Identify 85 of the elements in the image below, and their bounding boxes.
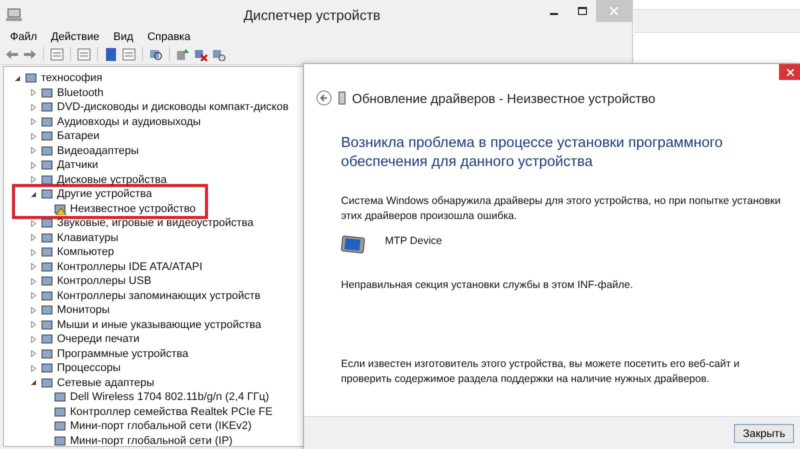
error-text: Неправильная секция установки службы в этом INF-файле. [341, 278, 634, 293]
window-title: Диспетчер устройств [242, 7, 382, 23]
maximize-icon [578, 7, 586, 15]
device-icon [41, 362, 54, 374]
tree-item[interactable]: Мыши и иные указывающие устройства [57, 318, 262, 331]
tree-item[interactable]: Очереди печати [57, 333, 140, 346]
tree-item[interactable]: Видеоадаптеры [57, 144, 139, 157]
device-icon [41, 86, 54, 99]
tree-item[interactable]: Bluetooth [57, 86, 104, 99]
device-icon [54, 434, 67, 446]
tree-item[interactable]: Аудиовходы и аудиовыходы [57, 116, 201, 128]
tree-item[interactable]: Программные устройства [57, 348, 188, 360]
tree-item[interactable]: Контроллер семейства Realtek PCIe FE [70, 406, 273, 418]
menu-item[interactable]: Действие [45, 31, 106, 43]
device-icon [41, 159, 54, 172]
device-icon [338, 91, 346, 105]
device-icon [41, 318, 54, 331]
close-icon [610, 7, 618, 15]
tree-item[interactable]: Батареи [57, 130, 100, 142]
expanded-arrow-icon[interactable] [30, 379, 37, 386]
tree-item[interactable]: Мини-порт глобальной сети (IKEv2) [70, 420, 252, 432]
device-icon [41, 260, 54, 273]
help-icon[interactable] [104, 48, 118, 60]
update-driver-icon[interactable] [176, 48, 190, 60]
device-icon [25, 72, 38, 84]
back-icon[interactable] [5, 48, 19, 60]
device-icon [41, 275, 54, 288]
tree-item[interactable]: Дисковые устройства [57, 174, 167, 186]
device-icon [41, 348, 54, 360]
tree-item[interactable]: Dell Wireless 1704 802.11b/g/n (2,4 ГГц) [70, 391, 269, 404]
close-button[interactable] [779, 64, 800, 80]
device-icon [41, 188, 54, 200]
device-icon [41, 333, 54, 346]
device-icon [41, 116, 54, 128]
menu-item[interactable]: Вид [107, 31, 140, 43]
tablet-icon [341, 234, 365, 254]
error-heading: Возникла проблема в процессе установки программного обеспечения для данного устройства [341, 134, 724, 172]
device-icon [41, 130, 54, 142]
tree-item[interactable]: Сетевые адаптеры [57, 376, 154, 389]
close-dialog-button[interactable]: Закрыть [734, 424, 794, 443]
tree-item[interactable]: Мини-порт глобальной сети (IP) [70, 434, 233, 446]
tree-item[interactable]: Контроллеры запоминающих устройств [57, 290, 260, 302]
expanded-arrow-icon[interactable] [14, 74, 21, 82]
message-text: Система Windows обнаружила драйверы для этого устройства, но при попытке установки этих драйверов произошла ошибка. [341, 194, 781, 224]
tree-item[interactable]: Контроллеры USB [57, 275, 152, 288]
remove-device-icon[interactable] [194, 48, 208, 60]
tree-item[interactable]: Компьютер [57, 246, 114, 258]
device-icon [41, 101, 54, 114]
tree-item[interactable]: Мониторы [57, 304, 110, 316]
tree-item[interactable]: Процессоры [57, 362, 121, 374]
device-icon [41, 217, 54, 230]
tree-item[interactable]: Клавиатуры [57, 232, 118, 244]
device-icon [41, 144, 54, 157]
tree-item[interactable]: DVD-дисководы и дисководы компакт-дисков [57, 101, 289, 114]
tree-item[interactable]: Неизвестное устройство [70, 202, 196, 215]
scan-icon[interactable] [149, 48, 163, 60]
close-icon [786, 68, 794, 76]
device-name: MTP Device [385, 234, 442, 249]
warning-device-icon [54, 202, 67, 215]
tree-item[interactable]: Другие устройства [57, 188, 152, 200]
list-icon[interactable] [77, 48, 91, 60]
hint-text: Если известен изготовитель этого устройства, вы можете посетить его веб-сайт и проверить содержимое раздела поддержки на наличие нужных драйверов. [341, 357, 741, 387]
dialog-title: Обновление драйверов - Неизвестное устройство [352, 90, 656, 106]
tree-item[interactable]: Контроллеры IDE ATA/ATAPI [57, 260, 202, 273]
tree-item[interactable]: технософия [41, 72, 102, 84]
device-icon [54, 420, 67, 432]
device-icon [41, 376, 54, 389]
device-icon [54, 391, 67, 404]
menu-item[interactable]: Справка [141, 31, 196, 43]
device-icon [41, 174, 54, 186]
back-icon[interactable] [316, 90, 332, 106]
menu-item[interactable]: Файл [4, 31, 44, 43]
device-icon [41, 290, 54, 302]
device-icon [41, 232, 54, 244]
panel-icon[interactable] [50, 48, 64, 60]
device-icon [41, 246, 54, 258]
panel-icon[interactable] [122, 48, 136, 60]
device-icon [41, 304, 54, 316]
tree-item[interactable]: Датчики [57, 159, 98, 172]
computer-icon [6, 8, 24, 22]
expanded-arrow-icon[interactable] [30, 190, 37, 198]
forward-icon[interactable] [23, 48, 37, 60]
add-device-icon[interactable] [212, 48, 226, 60]
tree-item[interactable]: Звуковые, игровые и видеоустройства [57, 217, 254, 230]
device-icon [54, 406, 67, 418]
